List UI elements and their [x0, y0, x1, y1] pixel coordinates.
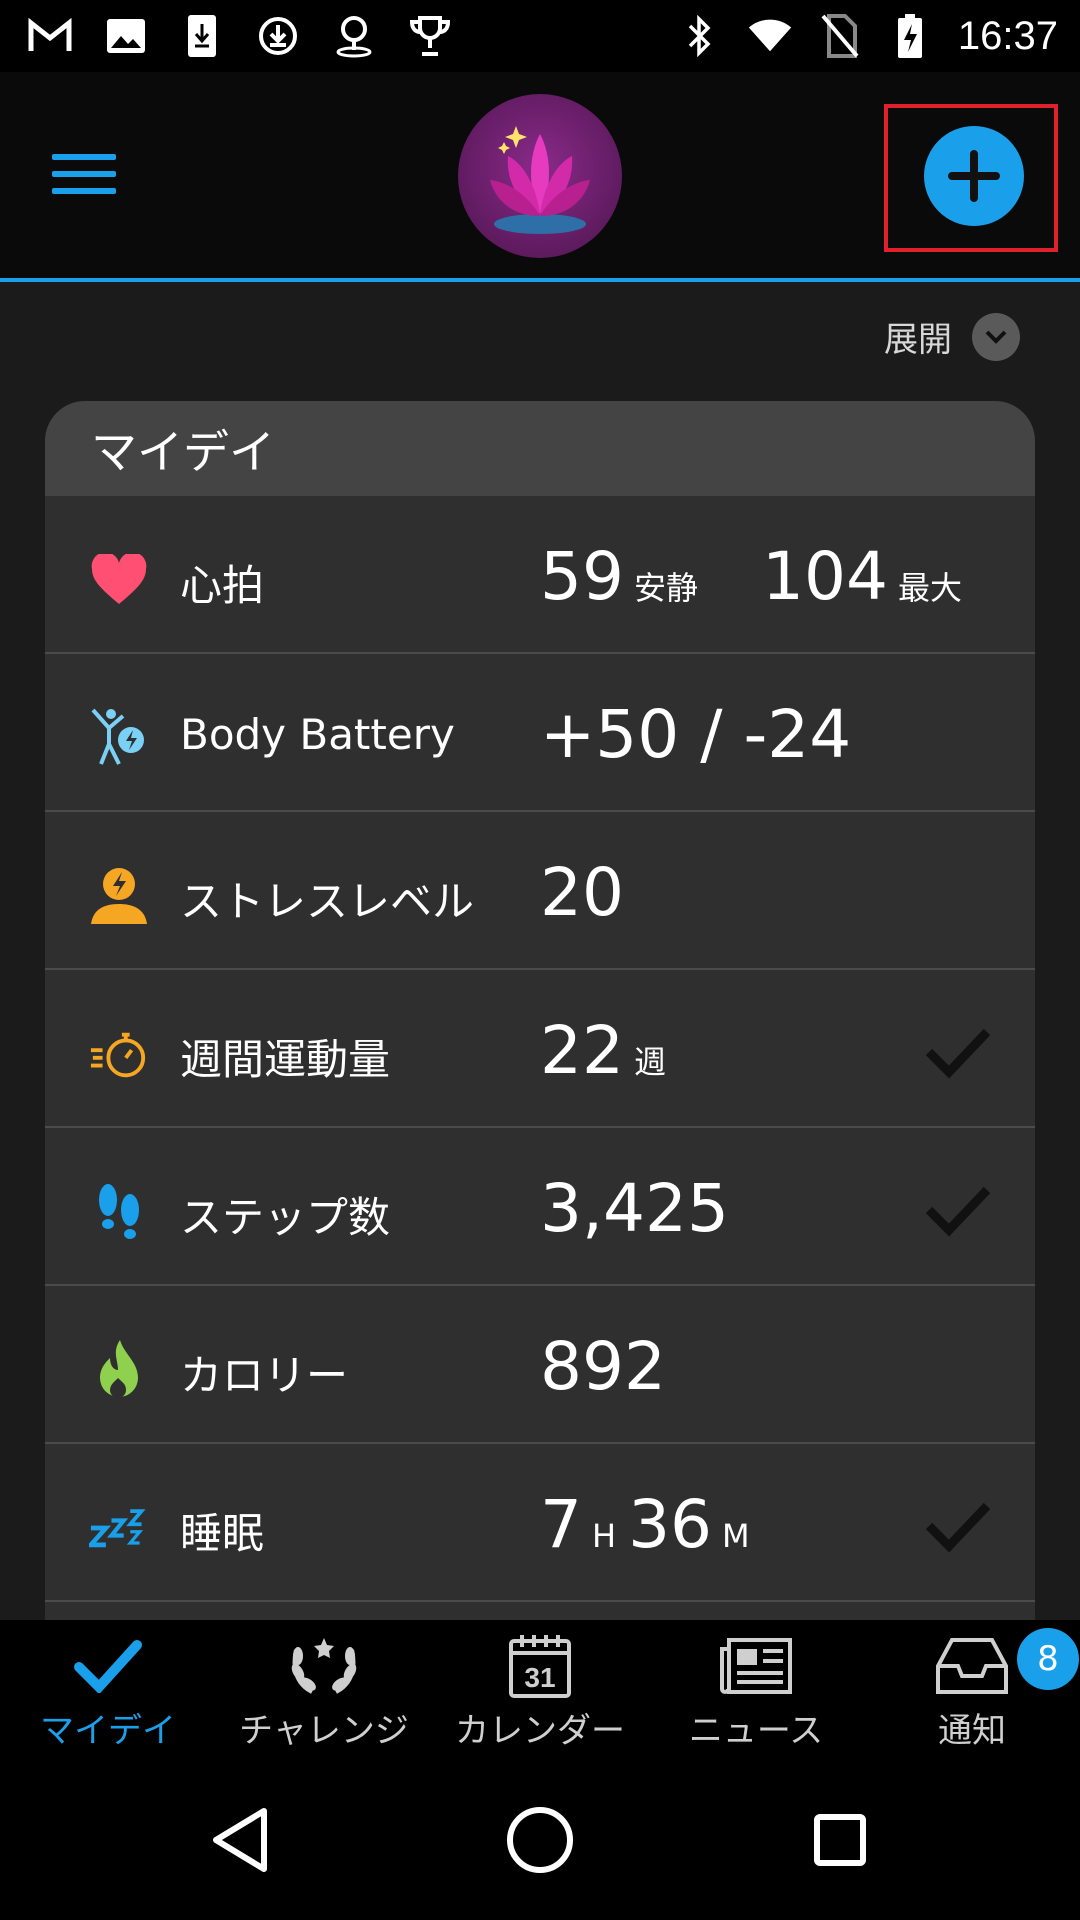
expand-label: 展開	[884, 320, 952, 360]
list-item-steps[interactable]: ステップ数 3,425	[45, 1128, 1035, 1286]
calendar-icon: 31	[500, 1632, 580, 1699]
row-label: ステップ数	[180, 1193, 391, 1242]
my-day-card: マイデイ 心拍 59 安静 104 最大 Body Battery +50 / …	[45, 401, 1035, 1621]
list-item-heart-rate[interactable]: 心拍 59 安静 104 最大	[45, 496, 1035, 654]
tab-label: カレンダー	[455, 1711, 625, 1751]
row-value: 3,425	[540, 1170, 729, 1247]
row-value: 59 安静 104 最大	[540, 538, 974, 615]
bottom-nav: マイデイ チャレンジ 31 カレンダー ニュース 通知	[0, 1620, 1080, 1760]
chevron-down-icon[interactable]	[972, 312, 1020, 361]
list-item-intensity-minutes[interactable]: 週間運動量 22 週	[45, 970, 1035, 1128]
status-bar: 16:37	[0, 0, 1080, 72]
footsteps-icon	[89, 1182, 149, 1242]
check-icon	[925, 1028, 991, 1079]
gallery-icon	[104, 14, 148, 58]
stress-value: 20	[540, 854, 624, 931]
stopwatch-icon	[89, 1024, 149, 1084]
system-nav-bar	[0, 1760, 1080, 1920]
steps-value: 3,425	[540, 1170, 729, 1247]
check-icon	[68, 1632, 148, 1699]
inbox-icon	[932, 1632, 1012, 1699]
no-sim-icon	[818, 14, 862, 58]
update-icon	[256, 14, 300, 58]
gmail-icon	[28, 14, 72, 58]
tab-news[interactable]: ニュース	[648, 1632, 864, 1752]
notification-badge: 8	[1017, 1628, 1079, 1690]
tab-label: ニュース	[688, 1711, 824, 1751]
sleep-hours-unit: H	[592, 1517, 617, 1555]
trophy-icon	[408, 14, 452, 58]
row-value: 22 週	[540, 1012, 678, 1089]
row-label: 週間運動量	[180, 1035, 391, 1084]
expand-toggle[interactable]: 展開	[884, 312, 1020, 361]
hamburger-menu-icon[interactable]	[52, 154, 116, 202]
row-value: 20	[540, 854, 624, 931]
intensity-unit: 週	[633, 1043, 666, 1081]
laurel-icon	[284, 1632, 364, 1699]
check-icon	[925, 1502, 991, 1553]
tab-my-day[interactable]: マイデイ	[0, 1632, 216, 1752]
tab-label: 通知	[938, 1711, 1006, 1751]
body-battery-value: +50 / -24	[540, 696, 852, 773]
row-label: Body Battery	[180, 710, 455, 759]
plus-icon	[948, 150, 1000, 202]
resting-unit: 安静	[633, 569, 698, 607]
avatar[interactable]	[458, 94, 622, 258]
list-item-body-battery[interactable]: Body Battery +50 / -24	[45, 654, 1035, 812]
sleep-icon	[89, 1498, 149, 1558]
tab-label: マイデイ	[40, 1711, 176, 1751]
list-item-sleep[interactable]: 睡眠 7 H 36 M	[45, 1444, 1035, 1602]
add-button[interactable]	[924, 126, 1024, 226]
back-icon[interactable]	[200, 1800, 280, 1880]
map-pin-icon	[332, 14, 376, 58]
sleep-hours-value: 7	[540, 1486, 582, 1563]
row-label: 心拍	[180, 561, 265, 610]
row-label: ストレスレベル	[180, 877, 475, 926]
download-icon	[180, 14, 224, 58]
home-icon[interactable]	[500, 1800, 580, 1880]
bluetooth-icon	[678, 14, 722, 58]
battery-charging-icon	[888, 14, 932, 58]
calories-value: 892	[540, 1328, 666, 1405]
flame-icon	[89, 1340, 149, 1400]
row-label: 睡眠	[180, 1509, 265, 1558]
row-value: +50 / -24	[540, 696, 851, 773]
row-value: 7 H 36 M	[540, 1486, 762, 1563]
svg-text:31: 31	[524, 1662, 555, 1693]
list-item-calories[interactable]: カロリー 892	[45, 1286, 1035, 1444]
max-value: 104	[762, 538, 888, 615]
row-value: 892	[540, 1328, 666, 1405]
max-unit: 最大	[897, 569, 962, 607]
check-icon	[925, 1186, 991, 1237]
stress-icon	[89, 866, 149, 926]
recents-icon[interactable]	[800, 1800, 880, 1880]
card-title: マイデイ	[45, 401, 1035, 496]
sleep-minutes-unit: M	[722, 1517, 750, 1555]
news-icon	[716, 1632, 796, 1699]
list-item-stress[interactable]: ストレスレベル 20	[45, 812, 1035, 970]
intensity-value: 22	[540, 1012, 624, 1089]
heart-icon	[89, 550, 149, 610]
tab-challenges[interactable]: チャレンジ	[216, 1632, 432, 1752]
resting-value: 59	[540, 538, 624, 615]
app-header	[0, 72, 1080, 282]
tab-label: チャレンジ	[239, 1711, 409, 1751]
status-time: 16:37	[957, 13, 1058, 58]
tab-calendar[interactable]: 31 カレンダー	[432, 1632, 648, 1752]
sleep-minutes-value: 36	[628, 1486, 713, 1563]
row-label: カロリー	[180, 1351, 349, 1400]
wifi-icon	[748, 14, 792, 58]
body-battery-icon	[89, 708, 149, 768]
